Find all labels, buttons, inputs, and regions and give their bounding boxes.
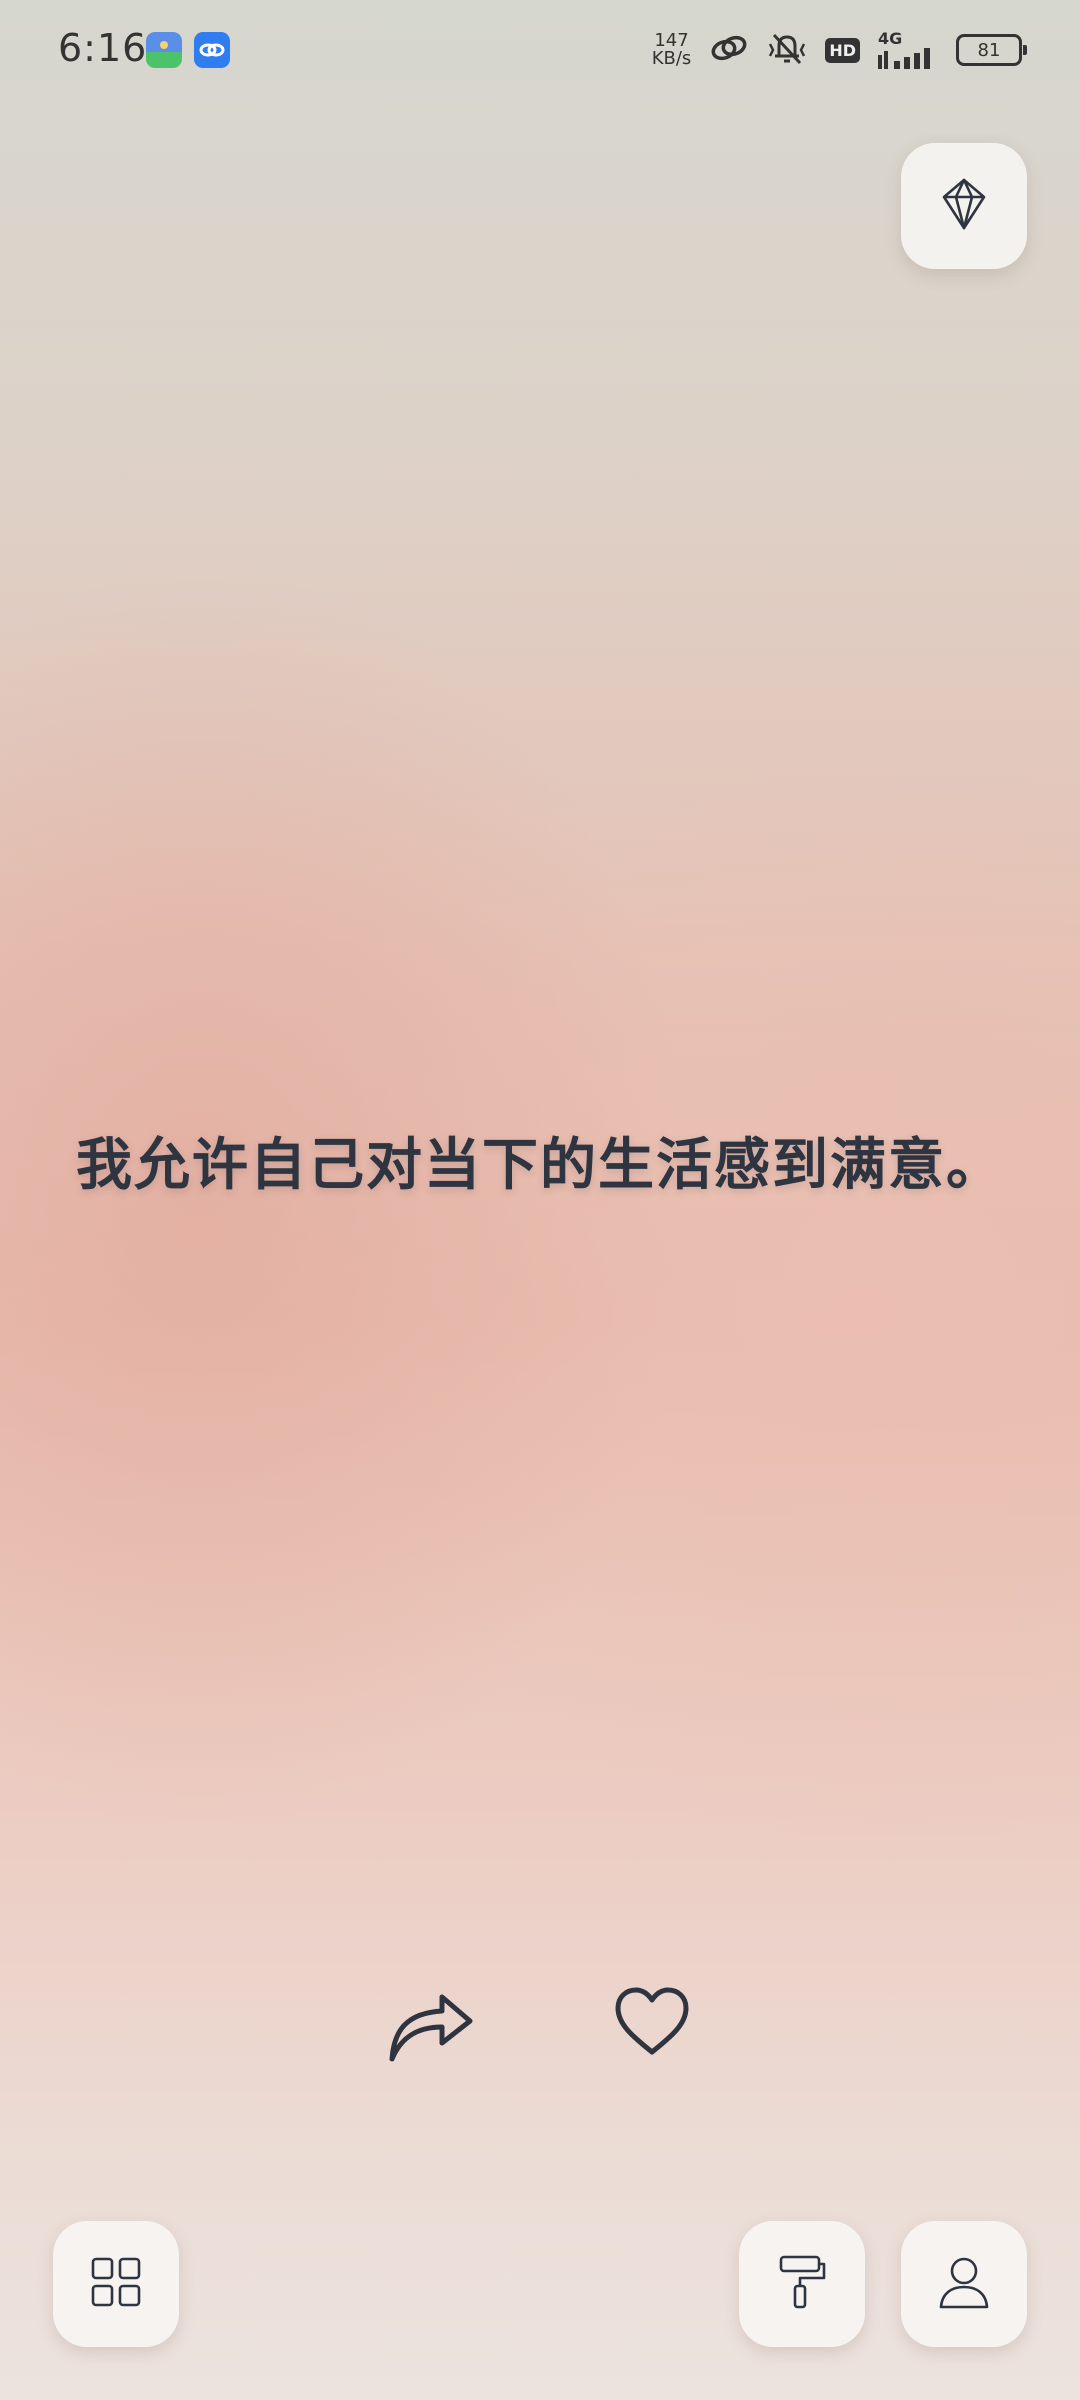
battery-icon: 81 [956,34,1027,66]
network-type: 4G [878,29,903,48]
share-arrow-icon [386,1979,476,2067]
link-app-icon [194,32,230,68]
signal-icon: 4G [878,31,938,69]
mute-icon [767,28,807,72]
status-bar: 6:16 147 KB/s HD 4G 81 [0,0,1080,100]
quote-text: 我允许自己对当下的生活感到满意。 [76,1133,1004,1198]
status-time: 6:16 [58,26,148,70]
grid-icon [91,2257,141,2311]
theme-button[interactable] [739,2221,865,2347]
profile-button[interactable] [901,2221,1027,2347]
share-button[interactable] [383,1975,479,2071]
person-icon [938,2255,990,2313]
categories-button[interactable] [53,2221,179,2347]
link-icon [709,33,749,67]
premium-button[interactable] [901,143,1027,269]
net-speed: 147 KB/s [652,32,692,68]
status-right-group: 147 KB/s HD 4G 81 [652,26,1027,74]
paint-roller-icon [777,2254,827,2314]
app-icon [146,32,182,68]
net-speed-unit: KB/s [651,48,692,69]
battery-level: 81 [977,39,1001,61]
heart-icon [612,1984,692,2062]
hd-icon: HD [825,37,860,63]
diamond-icon [939,177,989,235]
like-button[interactable] [604,1975,700,2071]
